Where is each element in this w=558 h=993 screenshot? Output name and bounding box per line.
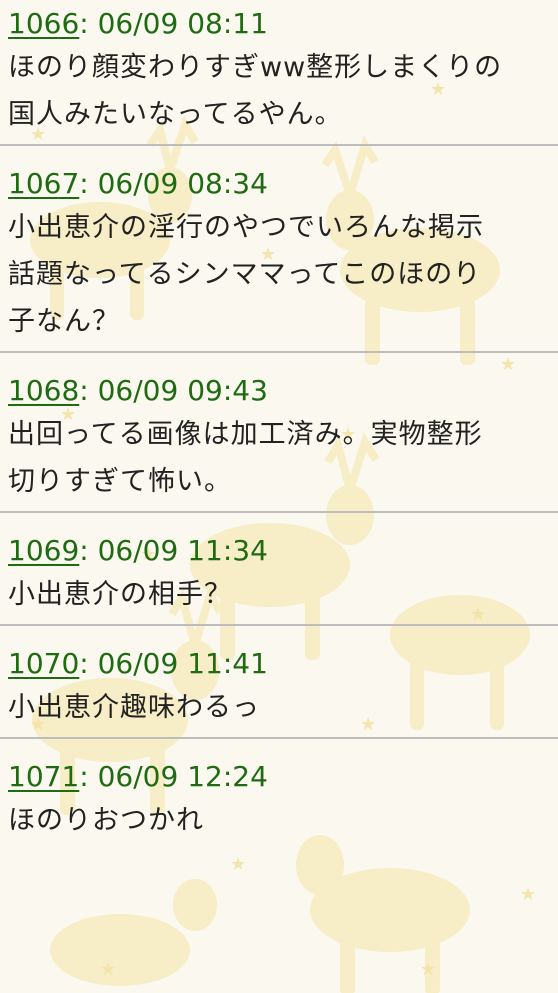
post-body: 小出恵介の相手？ — [8, 571, 558, 618]
reindeer-icon — [296, 835, 470, 993]
post-number-link[interactable]: 1066 — [8, 7, 79, 40]
post-separator: : — [79, 167, 98, 200]
post-header: 1068: 06/09 09:43 — [8, 371, 558, 411]
post-1069: 1069: 06/09 11:34 小出恵介の相手？ — [0, 513, 558, 618]
post-body-line: 小出恵介の相手？ — [8, 579, 232, 610]
post-body: 小出恵介趣味わるっ — [8, 684, 558, 731]
star-icon: ★ — [520, 884, 536, 905]
post-separator: : — [79, 760, 98, 793]
post-datetime: 06/09 08:34 — [97, 167, 268, 200]
post-header: 1070: 06/09 11:41 — [8, 644, 558, 684]
post-number-link[interactable]: 1068 — [8, 374, 79, 407]
post-body-line: 子なん？ — [8, 306, 120, 337]
post-body: 小出恵介の淫行のやつでいろんな掲示 話題なってるシンママってこのほのり 子なん？ — [8, 204, 558, 345]
thread-post-list: 1066: 06/09 08:11 ほのり顔変わりすぎww整形しまくりの 国人み… — [0, 0, 558, 844]
post-body-line: ほのり顔変わりすぎww整形しまくりの — [8, 52, 503, 83]
post-separator: : — [79, 374, 98, 407]
post-datetime: 06/09 11:34 — [97, 534, 268, 567]
post-body-line: 切りすぎて怖い。 — [8, 466, 232, 497]
post-body: ほのり顔変わりすぎww整形しまくりの 国人みたいなってるやん。 — [8, 44, 558, 138]
star-icon: ★ — [100, 959, 116, 980]
post-datetime: 06/09 12:24 — [97, 760, 268, 793]
post-header: 1066: 06/09 08:11 — [8, 4, 558, 44]
post-body-line: 国人みたいなってるやん。 — [8, 99, 343, 130]
post-number-link[interactable]: 1071 — [8, 760, 79, 793]
reindeer-icon — [50, 879, 217, 986]
star-icon: ★ — [230, 854, 246, 875]
post-body-line: 小出恵介趣味わるっ — [8, 692, 260, 723]
post-header: 1067: 06/09 08:34 — [8, 164, 558, 204]
post-datetime: 06/09 08:11 — [97, 7, 268, 40]
post-body: ほのりおつかれ — [8, 797, 558, 844]
star-icon: ★ — [420, 959, 436, 980]
post-number-link[interactable]: 1070 — [8, 647, 79, 680]
post-datetime: 06/09 09:43 — [97, 374, 268, 407]
post-number-link[interactable]: 1069 — [8, 534, 79, 567]
post-separator: : — [79, 647, 98, 680]
post-header: 1069: 06/09 11:34 — [8, 531, 558, 571]
post-number-link[interactable]: 1067 — [8, 167, 79, 200]
post-separator: : — [79, 7, 98, 40]
post-1070: 1070: 06/09 11:41 小出恵介趣味わるっ — [0, 626, 558, 731]
post-1068: 1068: 06/09 09:43 出回ってる画像は加工済み。実物整形 切りすぎ… — [0, 353, 558, 505]
post-1071: 1071: 06/09 12:24 ほのりおつかれ — [0, 739, 558, 844]
post-datetime: 06/09 11:41 — [97, 647, 268, 680]
post-body-line: ほのりおつかれ — [8, 805, 204, 836]
post-body-line: 出回ってる画像は加工済み。実物整形 — [8, 419, 483, 450]
post-body: 出回ってる画像は加工済み。実物整形 切りすぎて怖い。 — [8, 411, 558, 505]
post-1067: 1067: 06/09 08:34 小出恵介の淫行のやつでいろんな掲示 話題なっ… — [0, 146, 558, 345]
post-header: 1071: 06/09 12:24 — [8, 757, 558, 797]
post-body-line: 話題なってるシンママってこのほのり — [8, 259, 482, 290]
post-body-line: 小出恵介の淫行のやつでいろんな掲示 — [8, 212, 484, 243]
post-separator: : — [79, 534, 98, 567]
post-1066: 1066: 06/09 08:11 ほのり顔変わりすぎww整形しまくりの 国人み… — [0, 0, 558, 138]
